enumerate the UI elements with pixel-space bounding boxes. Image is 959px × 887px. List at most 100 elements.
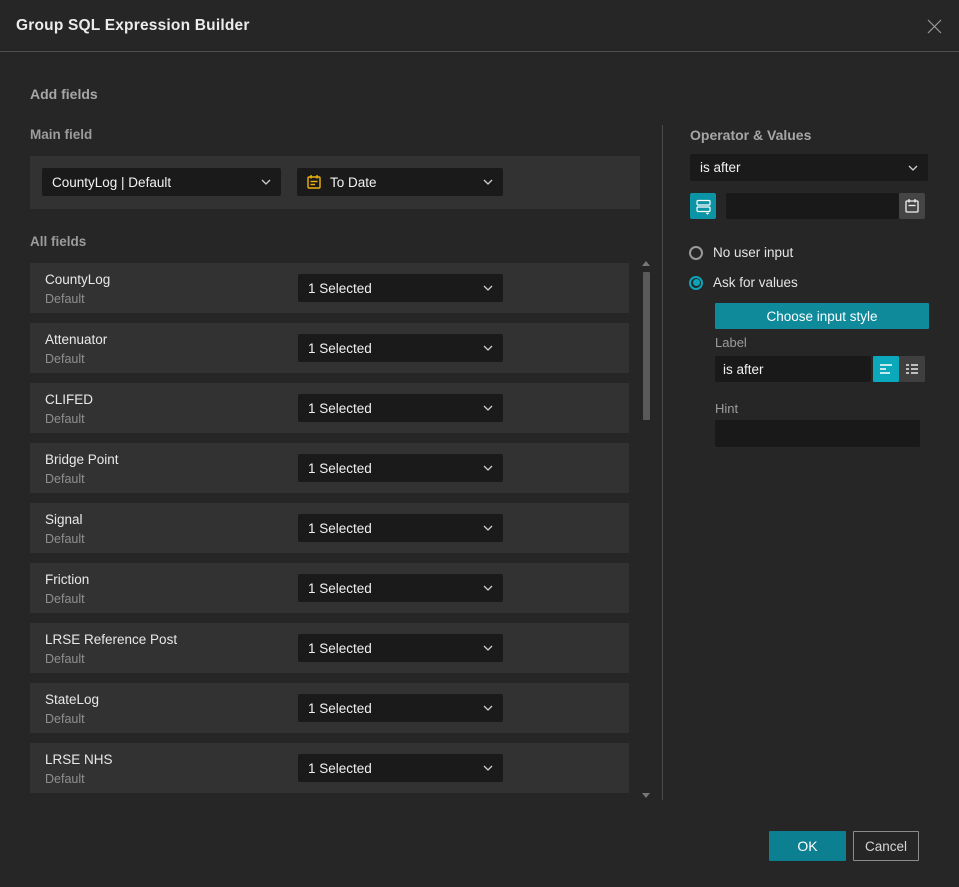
field-selection-value: 1 Selected [308,700,372,716]
chevron-down-icon [483,765,493,771]
field-row: Signal Default 1 Selected [30,503,629,553]
chevron-down-icon [483,645,493,651]
field-selection-dropdown[interactable]: 1 Selected [298,694,503,722]
field-type-dropdown-value: To Date [330,174,377,190]
scrollbar-thumb[interactable] [643,272,650,420]
chevron-down-icon [261,179,271,185]
field-selection-dropdown[interactable]: 1 Selected [298,514,503,542]
field-name: Attenuator [45,332,108,347]
operator-dropdown[interactable]: is after [690,154,928,181]
field-name: Bridge Point [45,452,119,467]
hint-caption: Hint [715,401,739,416]
field-subtitle: Default [45,712,85,726]
panel-divider [662,125,663,800]
chevron-down-icon [908,165,918,171]
field-row: Attenuator Default 1 Selected [30,323,629,373]
field-row: LRSE NHS Default 1 Selected [30,743,629,793]
field-selection-dropdown[interactable]: 1 Selected [298,454,503,482]
field-selection-dropdown[interactable]: 1 Selected [298,394,503,422]
field-name: LRSE Reference Post [45,632,178,647]
field-type-dropdown[interactable]: To Date [297,168,503,196]
calendar-icon [306,174,322,190]
cancel-button[interactable]: Cancel [853,831,919,861]
field-name: Friction [45,572,90,587]
field-selection-value: 1 Selected [308,520,372,536]
ok-button[interactable]: OK [769,831,846,861]
field-selection-value: 1 Selected [308,280,372,296]
group-sql-expression-builder-dialog: Group SQL Expression Builder Add fields … [0,0,959,887]
field-row: CountyLog Default 1 Selected [30,263,629,313]
choose-input-style-button[interactable]: Choose input style [715,303,929,329]
field-selection-dropdown[interactable]: 1 Selected [298,574,503,602]
date-picker-button[interactable] [899,193,925,219]
chevron-down-icon [483,585,493,591]
field-subtitle: Default [45,412,85,426]
field-name: StateLog [45,692,100,707]
field-selection-value: 1 Selected [308,340,372,356]
scroll-up-icon[interactable] [642,261,650,266]
field-selection-value: 1 Selected [308,640,372,656]
field-selection-value: 1 Selected [308,460,372,476]
field-selection-value: 1 Selected [308,580,372,596]
field-row: LRSE Reference Post Default 1 Selected [30,623,629,673]
chevron-down-icon [483,705,493,711]
radio-circle-icon [689,245,703,260]
main-field-panel: CountyLog | Default To Date [30,156,640,209]
add-fields-heading: Add fields [30,86,98,102]
scroll-down-icon[interactable] [642,793,650,798]
field-subtitle: Default [45,772,85,786]
chevron-down-icon [483,285,493,291]
chevron-down-icon [483,525,493,531]
radio-ask-for-values-label: Ask for values [713,275,798,290]
operator-values-heading: Operator & Values [690,127,812,143]
dialog-header: Group SQL Expression Builder [0,0,959,52]
field-name: Signal [45,512,83,527]
field-selection-dropdown[interactable]: 1 Selected [298,634,503,662]
field-subtitle: Default [45,652,85,666]
bulleted-list-icon [906,364,918,374]
field-subtitle: Default [45,472,85,486]
radio-no-user-input[interactable]: No user input [689,245,793,260]
radio-checked-icon [689,275,703,290]
chevron-down-icon [483,179,493,185]
field-list-icon [695,199,711,215]
main-field-dropdown-value: CountyLog | Default [52,174,172,190]
chevron-down-icon [483,345,493,351]
align-left-icon [880,364,892,374]
field-row: CLIFED Default 1 Selected [30,383,629,433]
field-row: Bridge Point Default 1 Selected [30,443,629,493]
label-input[interactable] [715,356,871,382]
date-value-input[interactable] [726,193,899,219]
field-selection-value: 1 Selected [308,760,372,776]
field-row: StateLog Default 1 Selected [30,683,629,733]
field-selection-dropdown[interactable]: 1 Selected [298,754,503,782]
chevron-down-icon [483,465,493,471]
field-subtitle: Default [45,532,85,546]
field-row: Friction Default 1 Selected [30,563,629,613]
radio-ask-for-values[interactable]: Ask for values [689,275,798,290]
field-name: CountyLog [45,272,111,287]
main-field-dropdown[interactable]: CountyLog | Default [42,168,281,196]
all-fields-scrollbar[interactable] [641,259,652,800]
close-icon[interactable] [923,15,945,37]
field-selection-dropdown[interactable]: 1 Selected [298,274,503,302]
radio-no-user-input-label: No user input [713,245,794,260]
dialog-title: Group SQL Expression Builder [16,16,250,34]
all-fields-list: CountyLog Default 1 Selected Attenuator … [30,263,629,803]
field-subtitle: Default [45,352,85,366]
field-name: LRSE NHS [45,752,113,767]
use-field-values-button[interactable] [690,193,716,219]
all-fields-label: All fields [30,234,87,249]
text-input-style-button[interactable] [873,356,899,382]
field-subtitle: Default [45,592,85,606]
calendar-icon [905,199,919,213]
field-selection-value: 1 Selected [308,400,372,416]
field-subtitle: Default [45,292,85,306]
label-caption: Label [715,335,747,350]
list-input-style-button[interactable] [899,356,925,382]
hint-input[interactable] [715,420,920,447]
field-selection-dropdown[interactable]: 1 Selected [298,334,503,362]
chevron-down-icon [483,405,493,411]
field-name: CLIFED [45,392,94,407]
operator-dropdown-value: is after [700,160,741,175]
